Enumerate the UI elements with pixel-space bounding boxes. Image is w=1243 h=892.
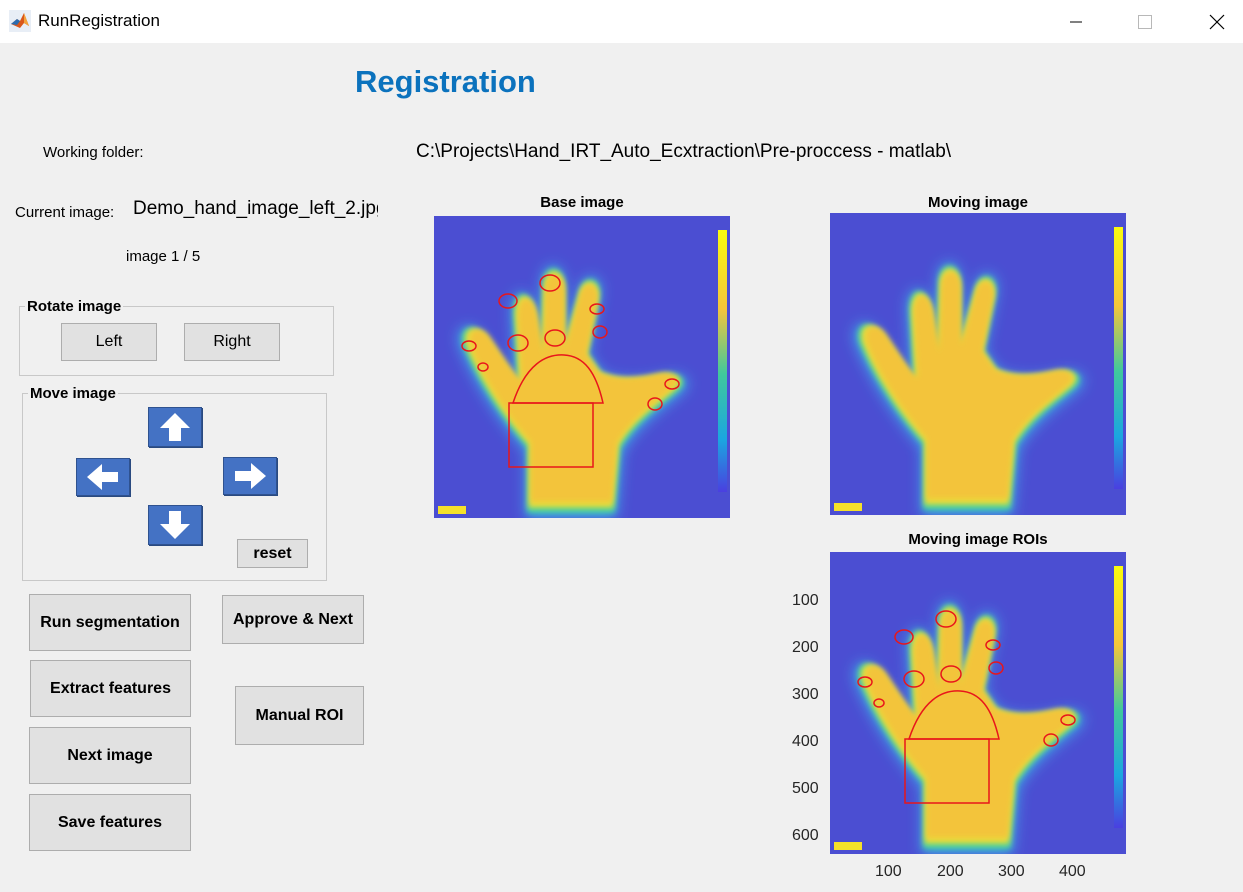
move-left-button[interactable] [76, 458, 130, 496]
move-down-button[interactable] [148, 505, 202, 545]
rotate-right-button[interactable]: Right [184, 323, 280, 361]
extract-features-button[interactable]: Extract features [30, 660, 191, 717]
x-tick-label: 400 [1059, 863, 1086, 880]
y-tick-label: 600 [792, 827, 819, 844]
x-tick-label: 200 [937, 863, 964, 880]
colorbar [1114, 566, 1123, 828]
close-icon [1209, 14, 1225, 29]
arrow-down-icon [160, 511, 190, 539]
colorbar [718, 230, 727, 492]
maximize-icon [1138, 14, 1152, 29]
x-tick-label: 300 [998, 863, 1025, 880]
moving-image-rois-plot [830, 552, 1126, 854]
working-folder-label: Working folder: [43, 144, 144, 161]
manual-roi-button[interactable]: Manual ROI [235, 686, 364, 745]
y-tick-label: 400 [792, 733, 819, 750]
reset-button[interactable]: reset [237, 539, 308, 568]
move-panel-title: Move image [28, 385, 118, 402]
minimize-button[interactable] [1053, 0, 1099, 43]
move-right-button[interactable] [223, 457, 277, 495]
rotate-left-button[interactable]: Left [61, 323, 157, 361]
flir-logo [834, 503, 862, 511]
y-tick-label: 200 [792, 639, 819, 656]
colorbar [1114, 227, 1123, 489]
close-button[interactable] [1194, 0, 1240, 43]
current-image-name: Demo_hand_image_left_2.jpg [133, 198, 378, 219]
page-title: Registration [355, 64, 536, 99]
move-up-button[interactable] [148, 407, 202, 447]
moving-image-plot [830, 213, 1126, 515]
y-tick-label: 100 [792, 592, 819, 609]
flir-logo [834, 842, 862, 850]
arrow-right-icon [235, 463, 266, 489]
current-image-label: Current image: [15, 204, 115, 221]
approve-next-button[interactable]: Approve & Next [222, 595, 364, 644]
save-features-button[interactable]: Save features [29, 794, 191, 851]
working-folder-path: C:\Projects\Hand_IRT_Auto_Ecxtraction\Pr… [416, 141, 952, 162]
moving-image-rois-title: Moving image ROIs [908, 531, 1048, 548]
arrow-up-icon [160, 413, 190, 441]
next-image-button[interactable]: Next image [29, 727, 191, 784]
x-tick-label: 100 [875, 863, 902, 880]
matlab-icon [9, 10, 31, 32]
image-counter: image 1 / 5 [126, 248, 201, 265]
maximize-button[interactable] [1122, 0, 1168, 43]
moving-image-title: Moving image [927, 194, 1028, 211]
base-image-title: Base image [540, 194, 624, 211]
window-titlebar: RunRegistration [0, 0, 1243, 43]
arrow-left-icon [87, 464, 118, 490]
flir-logo [438, 506, 466, 514]
window-title: RunRegistration [38, 11, 160, 30]
y-tick-label: 500 [792, 780, 819, 797]
base-image-plot [434, 216, 730, 518]
run-segmentation-button[interactable]: Run segmentation [29, 594, 191, 651]
y-tick-label: 300 [792, 686, 819, 703]
minimize-icon [1070, 21, 1082, 22]
rotate-panel-title: Rotate image [25, 298, 124, 315]
